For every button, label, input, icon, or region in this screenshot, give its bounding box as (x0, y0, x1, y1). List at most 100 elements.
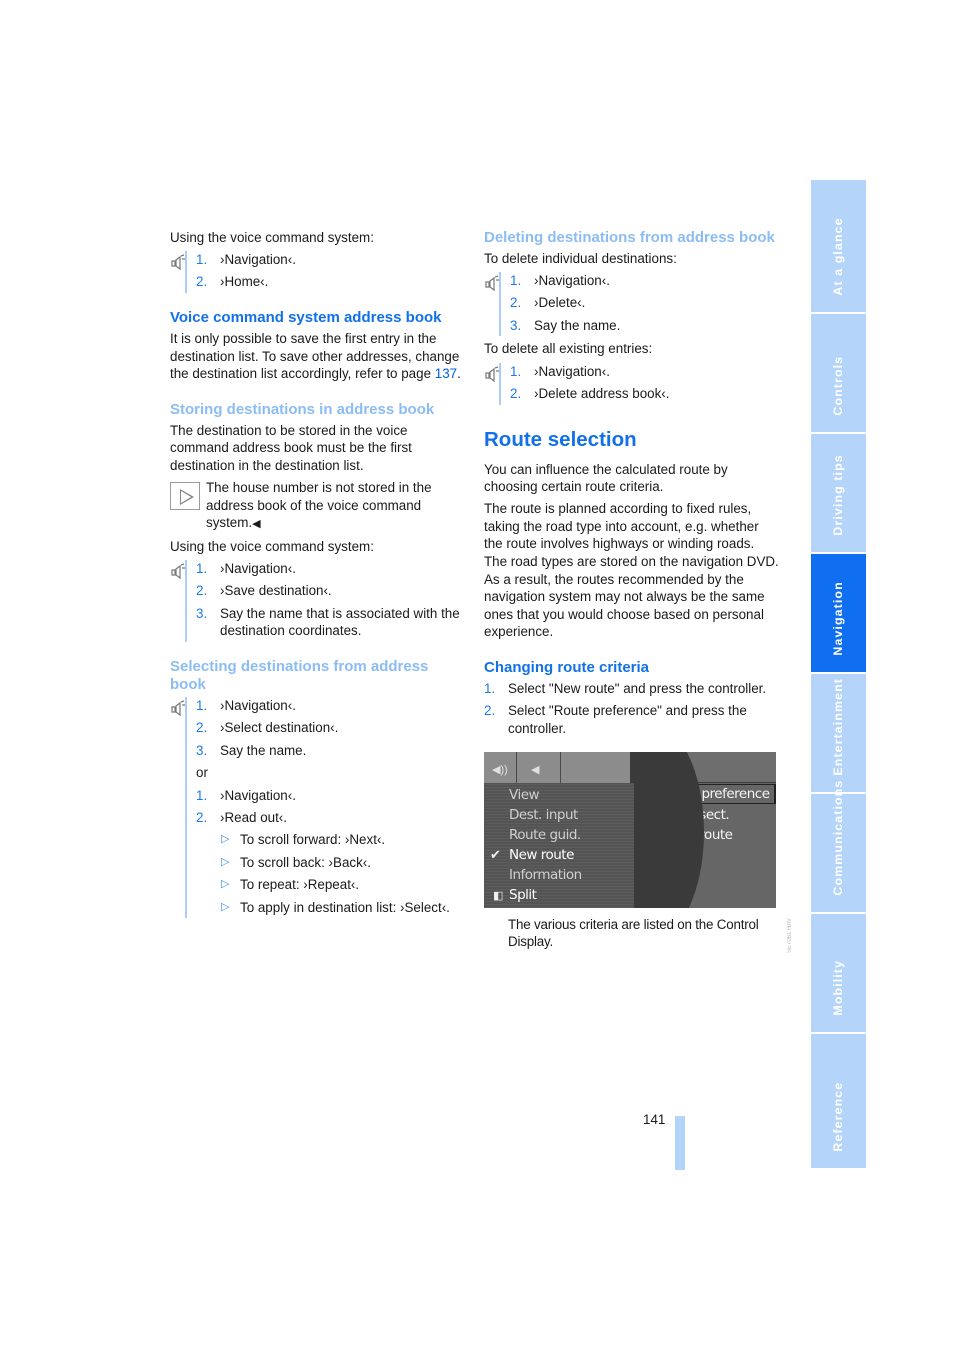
steps-list: 1. Select "New route" and press the contr… (484, 680, 779, 738)
menu-item-dest-input[interactable]: Dest. input (509, 807, 578, 823)
list-item: 1. ›Navigation‹. (196, 251, 465, 269)
left-column: Using the voice command system: 1. ›Navig… (170, 229, 465, 922)
side-tab-at-a-glance[interactable]: At a glance (811, 180, 866, 312)
top-bar-segment: ◀)) (484, 751, 517, 783)
step-number: 1. (196, 252, 208, 268)
list-item: 2. ›Save destination‹. (196, 582, 465, 600)
bullet-triangle-icon: ▷ (221, 900, 230, 913)
sub-bullet-item: ▷ To scroll back: ›Back‹. (196, 854, 465, 872)
voice-command-steps: 1. ›Navigation‹. 2. ›Select destination‹. … (170, 696, 465, 919)
side-tab-communications[interactable]: Communications (811, 780, 866, 912)
sub-bullet-item: ▷ To repeat: ›Repeat‹. (196, 876, 465, 894)
step-number: 1. (196, 697, 208, 713)
page-link[interactable]: 137 (435, 366, 457, 381)
menu-item-information[interactable]: Information (509, 867, 582, 883)
paragraph-text: It is only possible to save the first en… (170, 331, 460, 382)
intro-text: Using the voice command system: (170, 230, 374, 245)
checkmark-icon: ✔ (490, 846, 501, 862)
step-number: 2. (196, 809, 208, 825)
bullet-triangle-icon: ▷ (221, 833, 230, 846)
section-heading-deleting: Deleting destinations from address book (484, 229, 775, 246)
bullet-triangle-icon: ▷ (221, 878, 230, 891)
side-tab-navigation[interactable]: Navigation (811, 554, 866, 672)
main-menu-panel: View Dest. input Route guid. ✔ New route… (484, 782, 634, 908)
page-marker-bar (675, 1116, 685, 1170)
tab-label: Controls (831, 356, 846, 416)
step-number: 2. (484, 703, 496, 719)
page-number: 141 (643, 1112, 666, 1127)
section-heading-route-selection: Route selection (484, 427, 637, 451)
sub-bullet-item: ▷ To scroll forward: ›Next‹. (196, 831, 465, 849)
bullet-text: To scroll back: ›Back‹. (240, 854, 371, 870)
step-number: 3. (510, 317, 522, 333)
step-number: 3. (196, 742, 208, 758)
list-item: 2. ›Select destination‹. (196, 719, 465, 737)
right-column: Deleting destinations from address book … (484, 229, 779, 955)
step-number: 2. (510, 295, 522, 311)
tab-label: Driving tips (831, 454, 846, 536)
list-item: 3. Say the name. (196, 742, 465, 760)
tab-label: At a glance (831, 217, 846, 296)
side-tab-driving-tips[interactable]: Driving tips (811, 434, 866, 552)
voice-bar (499, 362, 501, 405)
side-tab-controls[interactable]: Controls (811, 314, 866, 432)
menu-item-new-route[interactable]: New route (509, 847, 574, 863)
side-tab-entertainment[interactable]: Entertainment (811, 674, 866, 792)
step-number: 1. (510, 273, 522, 289)
step-number: 3. (196, 605, 208, 621)
section-heading-storing: Storing destinations in address book (170, 400, 435, 418)
paragraph: You can influence the calculated route b… (484, 461, 728, 495)
step-text: ›Navigation‹. (220, 252, 296, 268)
step-text: Say the name that is associated with the… (220, 605, 460, 639)
menu-item-split[interactable]: Split (509, 887, 537, 903)
voice-bar (185, 251, 187, 294)
step-number: 1. (196, 561, 208, 577)
voice-command-steps: 1. ›Navigation‹. 2. ›Save destination‹. 3.… (170, 560, 465, 642)
step-number: 2. (196, 583, 208, 599)
menu-item-view[interactable]: View (509, 787, 540, 803)
tab-label: Entertainment (831, 678, 846, 776)
bullet-text: To scroll forward: ›Next‹. (240, 832, 386, 848)
step-text: Select "New route" and press the control… (508, 680, 767, 696)
figure-code: SE7061 HAV (787, 918, 793, 953)
side-tab-reference[interactable]: Reference (811, 1034, 866, 1168)
top-bar-segment: ◀ (517, 751, 561, 783)
list-item: 2. ›Delete address book‹. (510, 385, 779, 403)
side-tab-mobility[interactable]: Mobility (811, 914, 866, 1032)
note: The house number is not stored in the ad… (170, 479, 465, 534)
step-text: Say the name. (534, 317, 621, 333)
step-text: ›Read out‹. (220, 809, 287, 825)
voice-command-steps: 1. ›Navigation‹. 2. ›Delete address book‹. (484, 362, 779, 405)
paragraph: The destination to be stored in the voic… (170, 422, 412, 474)
section-heading-voice-address-book: Voice command system address book (170, 309, 442, 327)
step-number: 2. (196, 274, 208, 290)
tab-label: Reference (831, 1082, 846, 1152)
note-text: The house number is not stored in the ad… (206, 480, 432, 531)
voice-command-steps: 1. ›Navigation‹. 2. ›Home‹. (170, 251, 465, 294)
display-top-bar: ◀)) ◀ (484, 751, 630, 783)
list-item: 3. Say the name. (510, 317, 779, 335)
note-triangle-icon (170, 482, 200, 511)
menu-item-route-guid[interactable]: Route guid. (509, 827, 581, 843)
step-text: ›Select destination‹. (220, 720, 339, 736)
list-item: 2. ›Read out‹. (196, 809, 465, 827)
bullet-text: To apply in destination list: ›Select‹. (240, 899, 450, 915)
step-text: ›Navigation‹. (220, 561, 296, 577)
tab-label: Navigation (831, 581, 846, 656)
step-number: 1. (510, 363, 522, 379)
step-text: ›Navigation‹. (534, 273, 610, 289)
step-text: Say the name. (220, 742, 307, 758)
section-heading-changing: Changing route criteria (484, 658, 650, 676)
step-text: ›Home‹. (220, 274, 269, 290)
list-item: 1. ›Navigation‹. (510, 272, 779, 290)
bullet-text: To repeat: ›Repeat‹. (240, 877, 360, 893)
sub-bullet-item: ▷ To apply in destination list: ›Select‹. (196, 899, 465, 917)
step-text: ›Delete‹. (534, 295, 586, 311)
intro-text: Using the voice command system: (170, 538, 374, 554)
paragraph-text: . (457, 366, 461, 382)
section-heading-selecting: Selecting destinations from address book (170, 657, 429, 693)
control-display-screenshot: Route preference Avoid sect. Avoid route… (484, 751, 776, 908)
step-text: ›Navigation‹. (220, 697, 296, 713)
list-item: 1. ›Navigation‹. (196, 697, 465, 715)
list-item: 2. ›Delete‹. (510, 294, 779, 312)
